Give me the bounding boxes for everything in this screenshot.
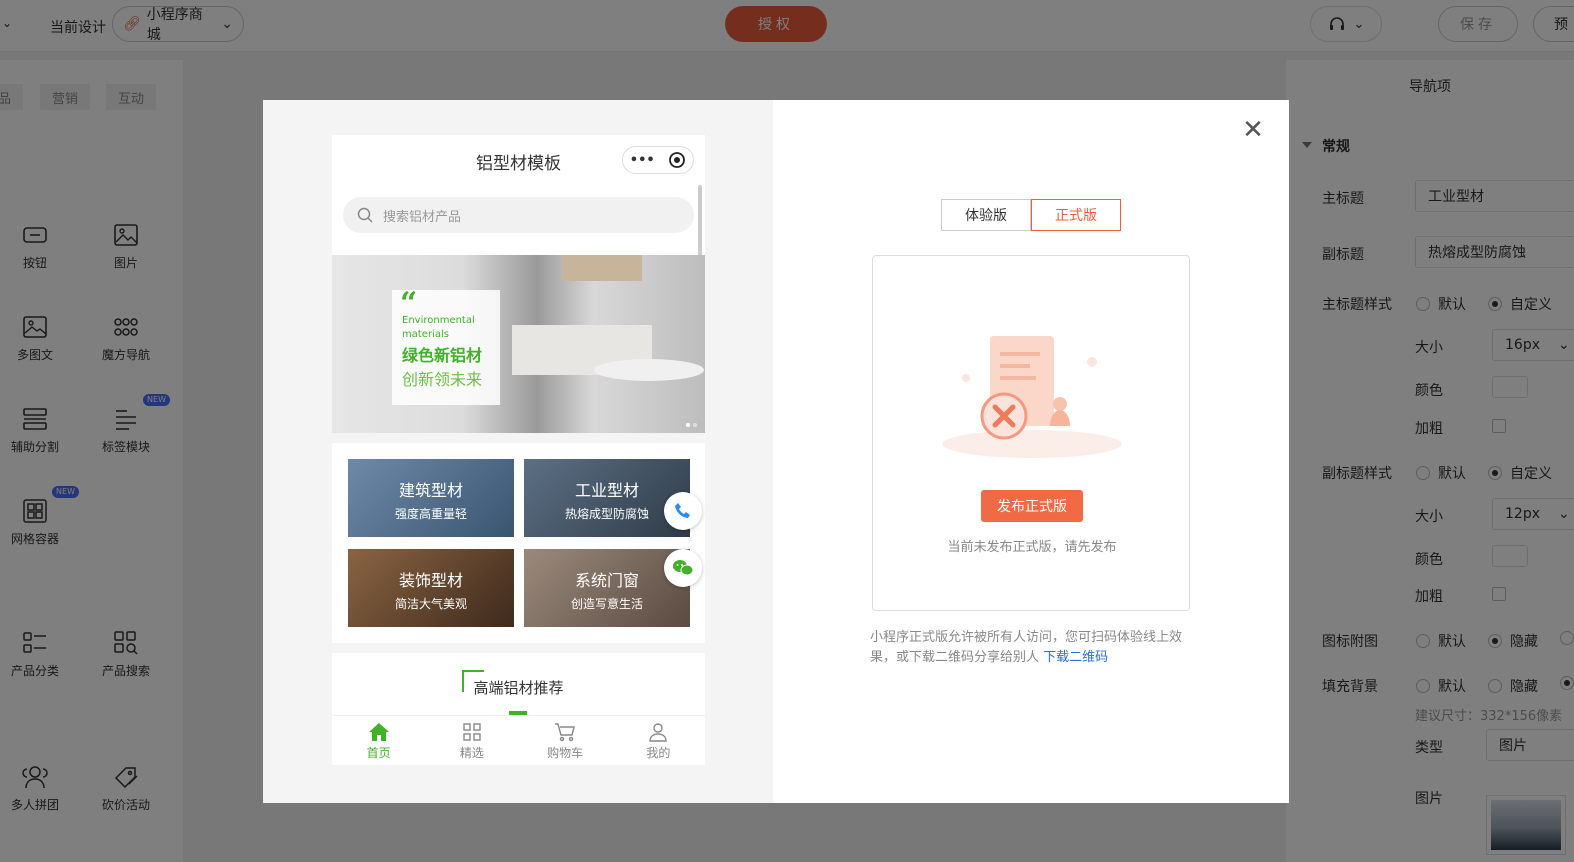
banner-carousel[interactable]: “ Environmental materials 绿色新铝材 创新领未来 <box>332 255 705 433</box>
section-separator <box>332 433 705 443</box>
mini-program-capsule[interactable]: ••• <box>622 146 694 174</box>
banner-en-line2: materials <box>402 329 449 340</box>
tab-home[interactable]: 首页 <box>332 716 425 765</box>
publish-modal: 铝型材模板 ••• 搜索铝材产品 “ Environmental materia… <box>263 100 1289 803</box>
release-note-text: 小程序正式版允许被所有人访问，您可扫码体验线上效果，或下载二维码分享给别人 <box>870 630 1183 665</box>
tab-mine[interactable]: 我的 <box>612 716 705 765</box>
close-circle-icon[interactable] <box>668 151 686 169</box>
publish-hint: 当前未发布正式版，请先发布 <box>947 540 1117 555</box>
phone-preview: 铝型材模板 ••• 搜索铝材产品 “ Environmental materia… <box>332 135 705 765</box>
nav-tile-industrial[interactable]: 工业型材 热熔成型防腐蚀 <box>524 459 690 537</box>
release-note: 小程序正式版允许被所有人访问，您可扫码体验线上效果，或下载二维码分享给别人 下载… <box>870 628 1200 668</box>
phone-preview-area: 铝型材模板 ••• 搜索铝材产品 “ Environmental materia… <box>263 100 773 803</box>
phone-call-button[interactable] <box>664 492 702 530</box>
grid-icon <box>463 723 481 741</box>
tile-subtitle: 强度高重量轻 <box>394 507 467 521</box>
tab-release-version[interactable]: 正式版 <box>1031 199 1121 231</box>
tab-label: 精选 <box>459 746 484 760</box>
banner-headline: 绿色新铝材 <box>402 346 483 365</box>
home-icon <box>368 723 389 741</box>
tile-subtitle: 简洁大气美观 <box>394 597 467 611</box>
section-separator <box>332 643 705 653</box>
cart-icon <box>555 723 576 742</box>
tab-label: 首页 <box>366 746 391 760</box>
user-icon <box>649 723 668 742</box>
recommend-section-title: 高端铝材推荐 <box>473 679 564 697</box>
download-qr-link[interactable]: 下载二维码 <box>1043 650 1108 665</box>
wechat-button[interactable] <box>664 549 702 587</box>
banner-en-line1: Environmental <box>402 315 475 326</box>
tile-title: 建筑型材 <box>398 481 463 500</box>
phone-header: 铝型材模板 ••• <box>332 135 705 185</box>
nav-tile-decoration[interactable]: 装饰型材 简洁大气美观 <box>348 549 514 627</box>
phone-search-bar[interactable]: 搜索铝材产品 <box>343 197 694 233</box>
tab-featured[interactable]: 精选 <box>425 716 518 765</box>
tab-cart[interactable]: 购物车 <box>519 716 612 765</box>
tile-title: 装饰型材 <box>398 571 463 590</box>
publish-release-button[interactable]: 发布正式版 <box>981 490 1083 522</box>
wechat-icon <box>673 560 694 576</box>
search-placeholder: 搜索铝材产品 <box>383 209 462 225</box>
nav-tile-building[interactable]: 建筑型材 强度高重量轻 <box>348 459 514 537</box>
search-icon <box>357 207 373 223</box>
tile-subtitle: 创造写意生活 <box>570 597 643 611</box>
tab-label: 购物车 <box>547 746 584 760</box>
no-release-illustration <box>942 336 1122 458</box>
more-icon[interactable]: ••• <box>630 153 655 168</box>
phone-icon <box>675 503 690 518</box>
banner-cabinet <box>562 255 642 281</box>
release-qr-box: 发布正式版 当前未发布正式版，请先发布 <box>872 255 1190 611</box>
carousel-dots[interactable] <box>686 423 697 427</box>
version-switch: 体验版 正式版 <box>941 199 1121 231</box>
tab-trial-version[interactable]: 体验版 <box>941 199 1031 231</box>
tab-label: 我的 <box>646 746 671 760</box>
close-icon[interactable]: ✕ <box>1239 116 1267 144</box>
phone-tabbar: 首页 精选 购物车 我的 <box>332 715 705 765</box>
banner-table <box>594 359 704 381</box>
tile-title: 工业型材 <box>574 481 639 500</box>
banner-subheadline: 创新领未来 <box>402 370 483 389</box>
banner-text-card: “ Environmental materials 绿色新铝材 创新领未来 <box>392 286 500 405</box>
